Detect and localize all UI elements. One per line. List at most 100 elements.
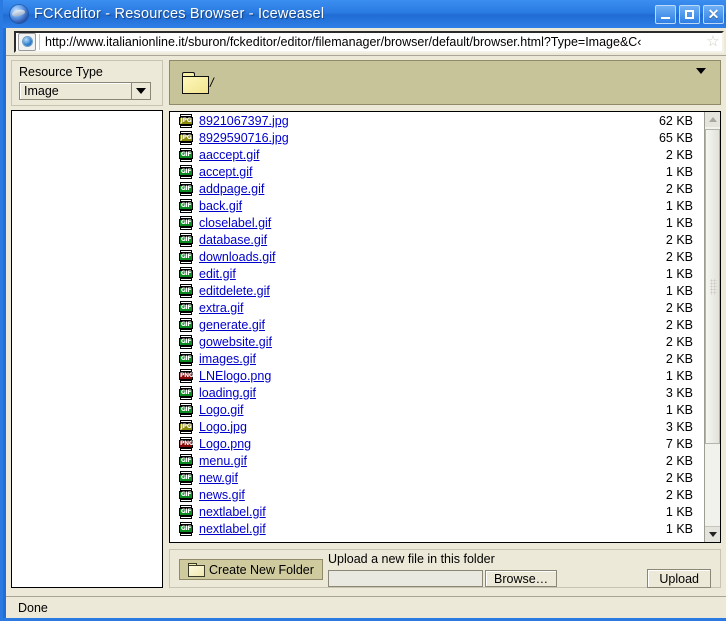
upload-button[interactable]: Upload — [647, 569, 711, 588]
file-row[interactable]: GIF Logo.gif 1 KB — [170, 401, 704, 418]
file-row[interactable]: GIF database.gif 2 KB — [170, 231, 704, 248]
browser-window: FCKeditor - Resources Browser - Icewease… — [0, 0, 726, 621]
file-row[interactable]: GIF generate.gif 2 KB — [170, 316, 704, 333]
file-name-link[interactable]: database.gif — [199, 233, 267, 247]
create-new-folder-button[interactable]: Create New Folder — [179, 559, 323, 580]
scrollbar-track[interactable] — [705, 127, 720, 527]
file-row[interactable]: JPG 8929590716.jpg 65 KB — [170, 129, 704, 146]
file-row[interactable]: GIF loading.gif 3 KB — [170, 384, 704, 401]
file-name-link[interactable]: addpage.gif — [199, 182, 264, 196]
file-name-link[interactable]: generate.gif — [199, 318, 265, 332]
resource-type-select[interactable]: Image — [19, 82, 151, 100]
file-list-scroll-area: JPG 8921067397.jpg 62 KB JPG 8929590716.jpg 6… — [170, 112, 704, 542]
bookmark-star-icon[interactable]: ☆ — [704, 34, 722, 49]
file-row[interactable]: GIF editdelete.gif 1 KB — [170, 282, 704, 299]
jpg-file-icon: JPG — [179, 419, 193, 434]
file-row[interactable]: PNG Logo.png 7 KB — [170, 435, 704, 452]
gif-file-icon: GIF — [179, 198, 193, 213]
scroll-down-arrow-icon[interactable] — [705, 526, 720, 542]
file-name-link[interactable]: LNElogo.png — [199, 369, 271, 383]
file-name-link[interactable]: edit.gif — [199, 267, 236, 281]
navigation-bar: http://www.italianionline.it/sburon/fcke… — [6, 28, 726, 55]
folder-dropdown-chevron-down-icon[interactable] — [696, 67, 706, 92]
file-row[interactable]: GIF aaccept.gif 2 KB — [170, 146, 704, 163]
gif-file-icon: GIF — [179, 283, 193, 298]
file-row[interactable]: GIF accept.gif 1 KB — [170, 163, 704, 180]
triangle-glyph — [708, 117, 717, 122]
file-row[interactable]: GIF news.gif 2 KB — [170, 486, 704, 503]
file-row[interactable]: JPG Logo.jpg 3 KB — [170, 418, 704, 435]
browse-button[interactable]: Browse… — [485, 570, 558, 587]
resource-type-value: Image — [24, 84, 59, 98]
file-list-scrollbar[interactable] — [704, 112, 720, 542]
file-name-link[interactable]: news.gif — [199, 488, 245, 502]
upload-section-label: Upload a new file in this folder — [328, 552, 495, 566]
gif-file-icon: GIF — [179, 215, 193, 230]
maximize-button[interactable] — [679, 4, 700, 24]
file-size: 62 KB — [658, 113, 693, 128]
gif-file-icon: GIF — [179, 181, 193, 196]
upload-bar: Create New Folder Upload a new file in t… — [169, 549, 721, 588]
url-input[interactable]: http://www.italianionline.it/sburon/fcke… — [45, 35, 704, 49]
file-name-link[interactable]: editdelete.gif — [199, 284, 270, 298]
file-name-link[interactable]: Logo.png — [199, 437, 251, 451]
close-button[interactable]: ✕ — [703, 4, 724, 24]
chevron-down-icon[interactable] — [131, 83, 150, 99]
file-size: 2 KB — [665, 300, 693, 315]
file-row[interactable]: PNG LNElogo.png 1 KB — [170, 367, 704, 384]
status-text: Done — [18, 600, 48, 615]
file-row[interactable]: GIF new.gif 2 KB — [170, 469, 704, 486]
window-controls: ✕ — [655, 4, 726, 24]
file-size: 2 KB — [665, 181, 693, 196]
file-name-link[interactable]: downloads.gif — [199, 250, 275, 264]
file-row[interactable]: GIF menu.gif 2 KB — [170, 452, 704, 469]
file-name-link[interactable]: 8929590716.jpg — [199, 131, 289, 145]
file-row[interactable]: GIF closelabel.gif 1 KB — [170, 214, 704, 231]
file-name-link[interactable]: aaccept.gif — [199, 148, 259, 162]
file-row[interactable]: GIF addpage.gif 2 KB — [170, 180, 704, 197]
gif-file-icon: GIF — [179, 249, 193, 264]
file-row[interactable]: JPG 8921067397.jpg 62 KB — [170, 112, 704, 129]
file-name-link[interactable]: extra.gif — [199, 301, 243, 315]
file-row[interactable]: GIF back.gif 1 KB — [170, 197, 704, 214]
scroll-up-arrow-icon[interactable] — [705, 112, 720, 128]
file-size: 3 KB — [665, 385, 693, 400]
folder-tree-panel[interactable] — [11, 110, 163, 588]
triangle-glyph — [708, 532, 717, 537]
file-name-link[interactable]: loading.gif — [199, 386, 256, 400]
upload-file-input[interactable] — [328, 570, 483, 587]
file-name-link[interactable]: nextlabel.gif — [199, 505, 266, 519]
gif-file-icon: GIF — [179, 385, 193, 400]
file-row[interactable]: GIF downloads.gif 2 KB — [170, 248, 704, 265]
file-size: 2 KB — [665, 470, 693, 485]
url-bar[interactable]: http://www.italianionline.it/sburon/fcke… — [14, 30, 724, 53]
file-name-link[interactable]: accept.gif — [199, 165, 253, 179]
scrollbar-thumb[interactable] — [705, 129, 720, 444]
file-size: 2 KB — [665, 351, 693, 366]
folder-body-shape — [182, 76, 209, 94]
file-name-link[interactable]: images.gif — [199, 352, 256, 366]
file-name-link[interactable]: new.gif — [199, 471, 238, 485]
file-size: 1 KB — [665, 198, 693, 213]
file-row[interactable]: GIF gowebsite.gif 2 KB — [170, 333, 704, 350]
title-bar[interactable]: FCKeditor - Resources Browser - Icewease… — [3, 0, 726, 28]
file-row[interactable]: GIF nextlabel.gif 1 KB — [170, 503, 704, 520]
file-name-link[interactable]: back.gif — [199, 199, 242, 213]
file-name-link[interactable]: closelabel.gif — [199, 216, 271, 230]
file-name-link[interactable]: menu.gif — [199, 454, 247, 468]
file-row[interactable]: GIF edit.gif 1 KB — [170, 265, 704, 282]
url-separator — [39, 33, 40, 50]
resource-type-label: Resource Type — [19, 65, 103, 79]
minimize-button[interactable] — [655, 4, 676, 24]
current-folder-bar[interactable]: / — [169, 60, 721, 105]
file-name-link[interactable]: Logo.gif — [199, 403, 243, 417]
file-row[interactable]: GIF nextlabel.gif 1 KB — [170, 520, 704, 537]
file-row[interactable]: GIF images.gif 2 KB — [170, 350, 704, 367]
iceweasel-globe-icon — [10, 5, 28, 23]
file-name-link[interactable]: nextlabel.gif — [199, 522, 266, 536]
file-name-link[interactable]: Logo.jpg — [199, 420, 247, 434]
file-name-link[interactable]: gowebsite.gif — [199, 335, 272, 349]
file-row[interactable]: GIF extra.gif 2 KB — [170, 299, 704, 316]
file-name-link[interactable]: 8921067397.jpg — [199, 114, 289, 128]
resource-type-box: Resource Type Image — [11, 60, 163, 106]
